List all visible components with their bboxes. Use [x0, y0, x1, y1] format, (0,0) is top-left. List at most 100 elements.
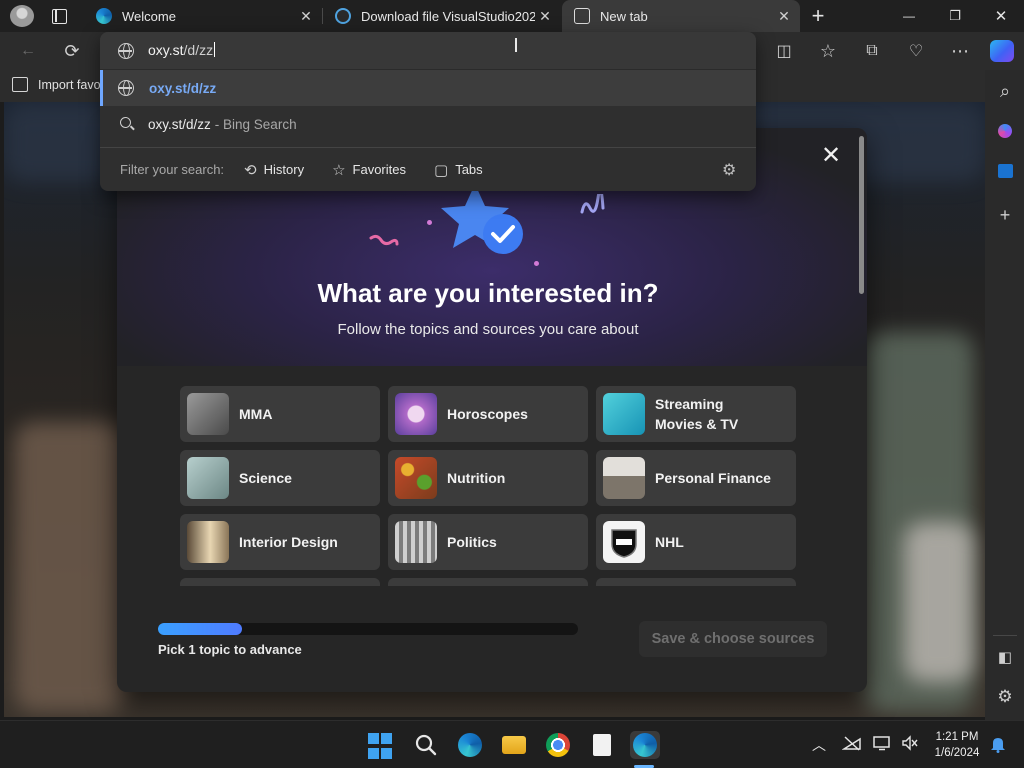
background-blur	[904, 522, 974, 682]
favorites-icon[interactable]: ☆	[816, 40, 840, 62]
topic-thumbnail	[603, 457, 645, 499]
search-icon	[120, 117, 131, 128]
notepad-icon[interactable]	[588, 731, 616, 759]
show-hidden-icons-chevron[interactable]: ︿	[812, 735, 826, 755]
progress-bar	[158, 623, 578, 635]
interests-dialog: ✕ What are you interested in? Follow the…	[117, 128, 867, 692]
globe-icon	[118, 80, 134, 96]
topic-card-interior-design[interactable]: Interior Design	[180, 514, 380, 570]
clock-time: 1:21 PM	[935, 731, 979, 743]
display-icon[interactable]	[872, 735, 892, 751]
topic-thumbnail	[187, 393, 229, 435]
filter-favorites-label: Favorites	[352, 162, 406, 177]
topic-card-streaming[interactable]: Streaming Movies & TV	[596, 386, 796, 442]
topic-thumbnail	[187, 521, 229, 563]
topic-thumbnail	[603, 393, 645, 435]
suggestion-text: oxy.st/d/zz	[149, 80, 217, 96]
tab-label: Welcome	[122, 8, 176, 24]
sidebar-settings-icon[interactable]: ⚙	[991, 684, 1019, 710]
minimize-button[interactable]: —	[886, 0, 932, 32]
topic-label: Nutrition	[447, 470, 506, 486]
suggestion-url[interactable]: oxy.st/d/zz	[100, 70, 756, 106]
hide-sidebar-icon[interactable]: ◧	[991, 644, 1019, 670]
clock-date: 1/6/2024	[934, 747, 980, 759]
start-button[interactable]	[368, 733, 396, 761]
edge-taskbar-icon[interactable]	[630, 731, 660, 759]
notification-bell-icon[interactable]	[990, 735, 1006, 753]
tab-close-icon[interactable]: ✕	[296, 6, 316, 26]
dialog-title: What are you interested in?	[317, 278, 659, 308]
topic-label: MMA	[239, 406, 273, 422]
filter-tabs[interactable]: ▢ Tabs	[434, 161, 483, 179]
sidebar-divider	[993, 635, 1017, 636]
copilot-icon[interactable]	[990, 40, 1014, 62]
topic-card-partial[interactable]	[596, 578, 796, 586]
suggestion-bing-search[interactable]: oxy.st/d/zz - Bing Search	[100, 106, 756, 142]
mouse-ibeam-cursor	[515, 38, 517, 52]
tab-strip: Welcome ✕ Download file VisualStudio2022…	[0, 0, 1024, 32]
back-button[interactable]: ←	[16, 40, 40, 62]
progress-bar-fill	[158, 623, 242, 635]
topic-thumbnail	[395, 393, 437, 435]
dialog-scrollbar[interactable]	[859, 136, 864, 294]
address-input[interactable]: oxy.st/d/zz	[148, 42, 216, 58]
taskbar-search-icon[interactable]	[412, 731, 440, 759]
file-explorer-icon[interactable]	[500, 731, 528, 759]
settings-more-icon[interactable]: ⋯	[948, 40, 972, 62]
topic-card-partial[interactable]	[180, 578, 380, 586]
network-offline-icon[interactable]	[841, 735, 862, 751]
confetti-squiggle	[580, 194, 605, 214]
add-sidebar-app-icon[interactable]: +	[991, 202, 1019, 228]
close-dialog-button[interactable]: ✕	[816, 140, 846, 170]
tab-actions-icon[interactable]	[48, 6, 70, 26]
search-settings-gear-icon[interactable]: ⚙	[722, 160, 736, 180]
screen: Welcome ✕ Download file VisualStudio2022…	[0, 0, 1024, 768]
save-choose-sources-button[interactable]: Save & choose sources	[639, 621, 827, 657]
suggestion-text: oxy.st/d/zz	[148, 116, 211, 132]
address-bar[interactable]: oxy.st/d/zz	[100, 32, 756, 70]
split-screen-icon[interactable]: ◫	[772, 40, 796, 62]
tabs-icon: ▢	[434, 161, 449, 179]
restore-button[interactable]: ❐	[932, 0, 978, 32]
edge-icon	[96, 8, 112, 24]
import-favorites-label: Import favo	[38, 77, 101, 92]
refresh-button[interactable]: ⟳	[60, 40, 84, 62]
topic-card-nhl[interactable]: NHL	[596, 514, 796, 570]
topic-card-mma[interactable]: MMA	[180, 386, 380, 442]
tab-visualstudio-download[interactable]: Download file VisualStudio2022... ✕	[323, 0, 561, 32]
browser-essentials-icon[interactable]: ♡	[904, 40, 928, 62]
topic-thumbnail	[187, 457, 229, 499]
topic-card-nutrition[interactable]: Nutrition	[388, 450, 588, 506]
topic-card-horoscopes[interactable]: Horoscopes	[388, 386, 588, 442]
topic-card-science[interactable]: Science	[180, 450, 380, 506]
topic-label: Politics	[447, 534, 497, 550]
import-icon	[12, 77, 28, 92]
filter-favorites[interactable]: ☆ Favorites	[332, 161, 406, 179]
volume-muted-icon[interactable]	[900, 735, 920, 751]
new-tab-button[interactable]: +	[796, 0, 840, 32]
collections-icon[interactable]: ⧉	[860, 40, 884, 62]
topic-card-partial[interactable]	[388, 578, 588, 586]
chrome-icon[interactable]	[544, 731, 572, 759]
topic-card-politics[interactable]: Politics	[388, 514, 588, 570]
tab-close-icon[interactable]: ✕	[535, 6, 555, 26]
confetti-squiggle	[369, 234, 399, 246]
search-icon[interactable]: ⌕	[991, 78, 1019, 104]
copilot-sidebar-icon[interactable]	[991, 118, 1019, 144]
topic-thumbnail	[395, 521, 437, 563]
system-clock[interactable]: 1:21 PM 1/6/2024	[928, 729, 986, 761]
import-favorites-button[interactable]: Import favo	[12, 77, 101, 92]
tab-close-icon[interactable]: ✕	[774, 6, 794, 26]
tab-welcome[interactable]: Welcome ✕	[84, 0, 322, 32]
close-window-button[interactable]: ✕	[978, 0, 1024, 32]
text-caret	[214, 42, 216, 57]
topic-card-personal-finance[interactable]: Personal Finance	[596, 450, 796, 506]
filter-history[interactable]: ⟲ History	[244, 161, 304, 179]
confetti-dot	[534, 261, 539, 266]
tab-new-tab[interactable]: New tab ✕	[562, 0, 800, 32]
edge-dev-taskbar-icon[interactable]	[456, 731, 484, 759]
profile-avatar[interactable]	[10, 5, 34, 27]
topic-label: Streaming Movies & TV	[655, 396, 739, 432]
outlook-icon[interactable]	[991, 158, 1019, 184]
background-blur	[14, 422, 124, 712]
